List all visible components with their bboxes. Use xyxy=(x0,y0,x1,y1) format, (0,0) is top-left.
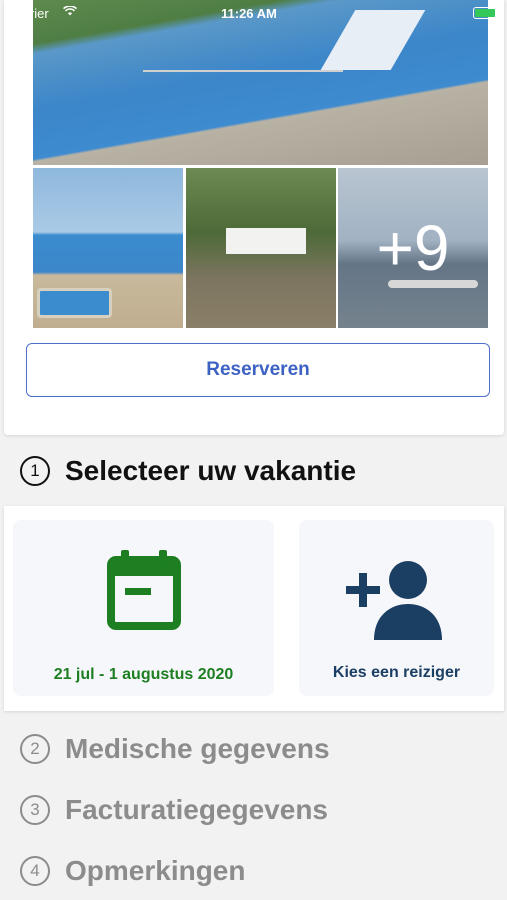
step-medical-data[interactable]: 2 Medische gegevens xyxy=(20,733,330,765)
wifi-icon xyxy=(63,6,77,16)
carrier-label: Carrier xyxy=(9,6,49,21)
gallery-card: +9 Reserveren xyxy=(4,0,504,435)
calendar-icon xyxy=(107,550,181,630)
step-label-2: Medische gegevens xyxy=(65,733,330,764)
holiday-selection-card: 21 jul - 1 augustus 2020 Kies een reizig… xyxy=(4,506,504,711)
step-label-4: Opmerkingen xyxy=(65,855,246,886)
clock-label: 11:26 AM xyxy=(221,6,277,21)
date-selector[interactable]: 21 jul - 1 augustus 2020 xyxy=(13,520,274,696)
step-remarks[interactable]: 4 Opmerkingen xyxy=(20,855,245,887)
step-number-3: 3 xyxy=(20,795,50,825)
step-select-holiday[interactable]: 1 Selecteer uw vakantie xyxy=(20,455,356,487)
step-label-1: Selecteer uw vakantie xyxy=(65,455,357,486)
photo-outdoor-pool[interactable] xyxy=(33,168,183,328)
battery-charging-icon xyxy=(473,7,497,19)
photo-campsite-tents[interactable] xyxy=(186,168,336,328)
more-photos-count[interactable]: +9 xyxy=(338,168,488,328)
status-bar: Carrier 11:26 AM xyxy=(0,0,507,28)
traveler-selector[interactable]: Kies een reiziger xyxy=(299,520,494,696)
choose-traveler-label: Kies een reiziger xyxy=(332,664,461,681)
date-range-label: 21 jul - 1 augustus 2020 xyxy=(53,666,234,683)
step-billing-data[interactable]: 3 Facturatiegegevens xyxy=(20,794,328,826)
step-number-1: 1 xyxy=(20,456,50,486)
step-label-3: Facturatiegegevens xyxy=(65,794,328,825)
reserve-button[interactable]: Reserveren xyxy=(26,343,490,397)
photo-lake-paddleboard[interactable]: +9 xyxy=(338,168,488,328)
step-number-2: 2 xyxy=(20,734,50,764)
add-user-icon xyxy=(346,561,442,640)
step-number-4: 4 xyxy=(20,856,50,886)
